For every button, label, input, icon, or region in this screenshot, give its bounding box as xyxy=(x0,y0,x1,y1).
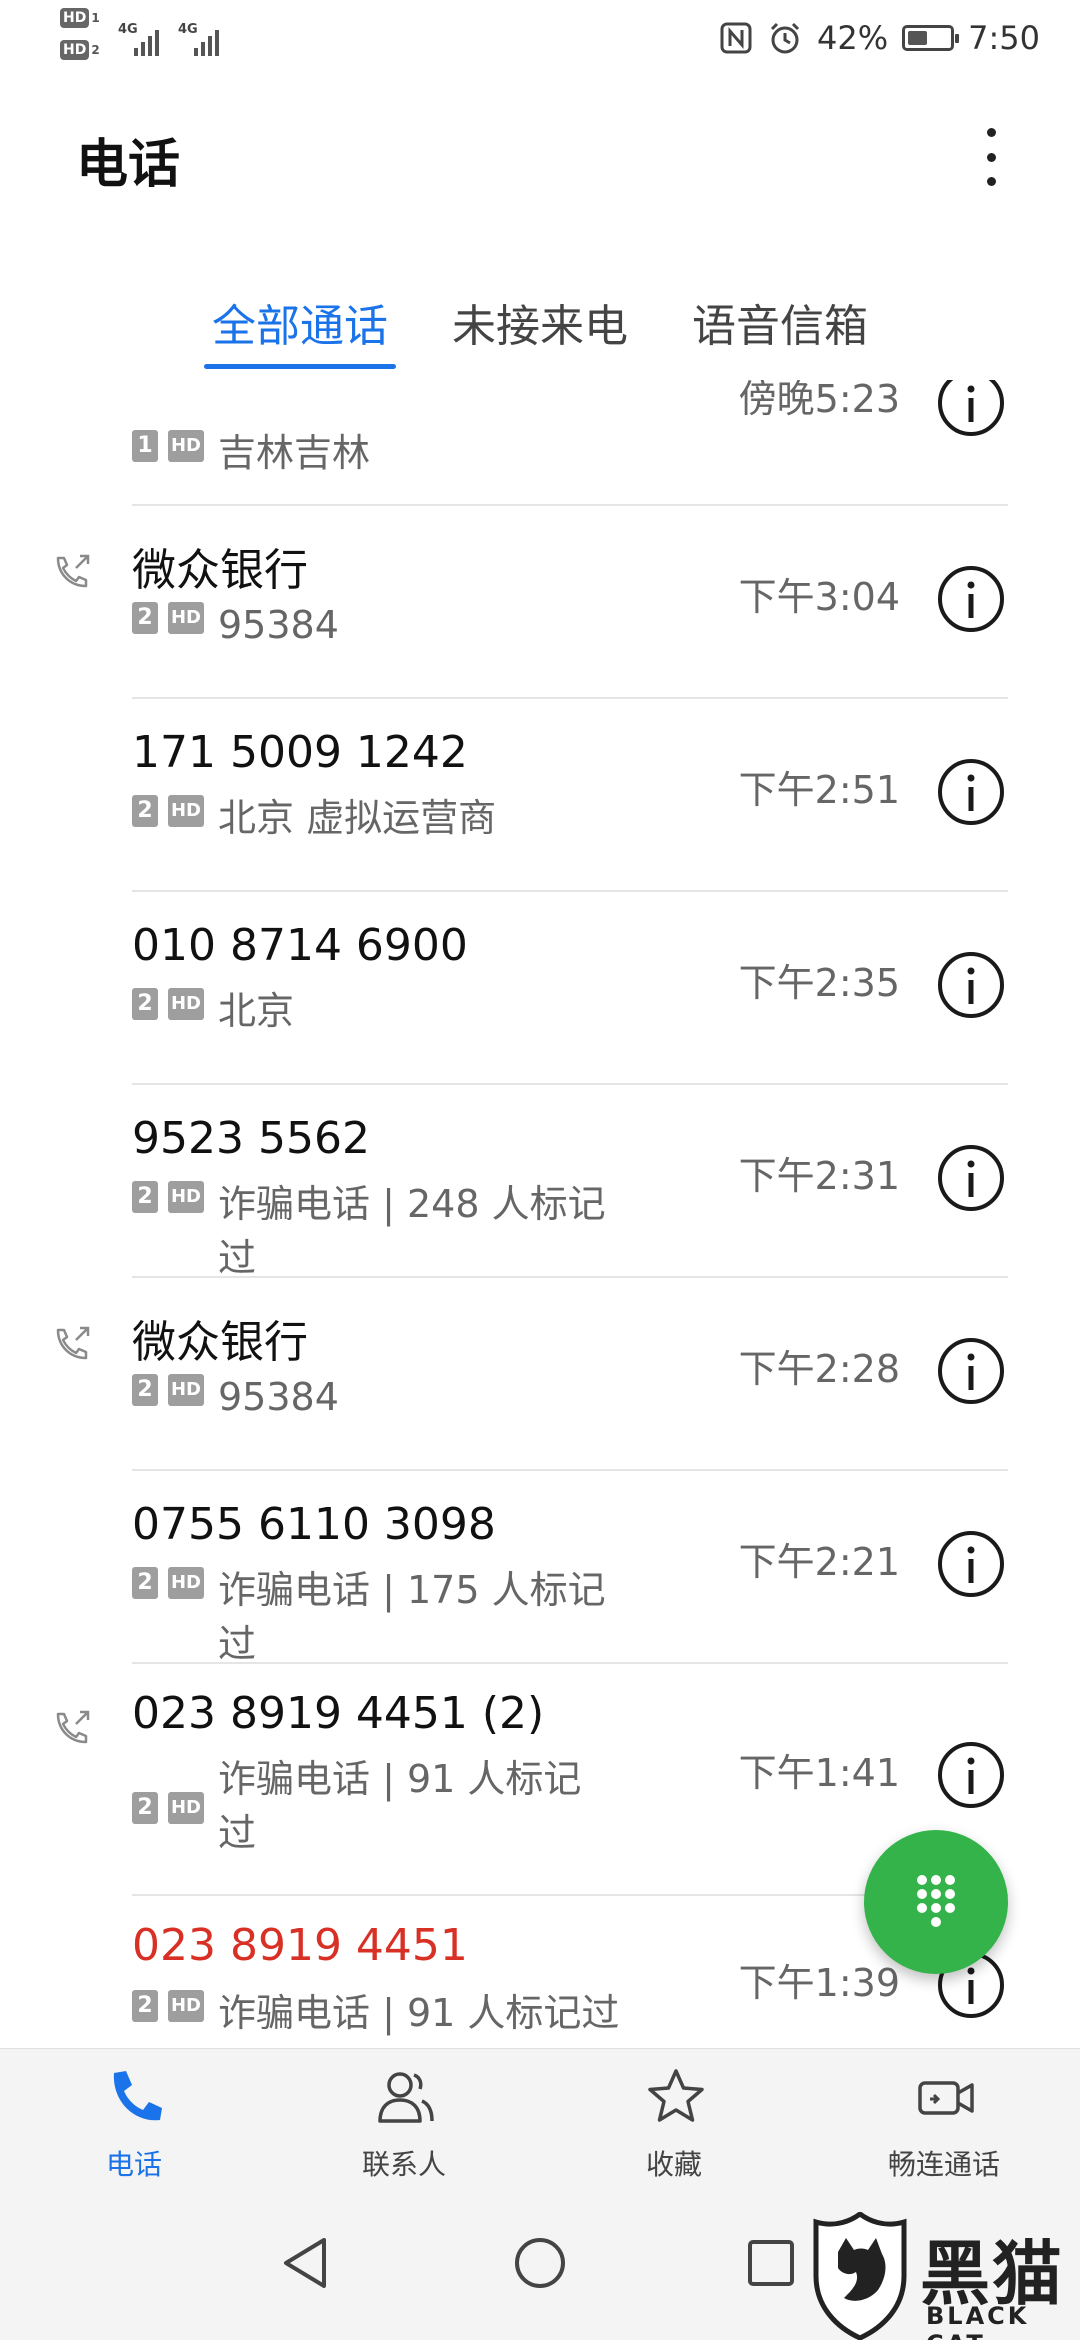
page-title: 电话 xyxy=(76,135,181,195)
star-icon xyxy=(648,2069,704,2122)
call-subtitle: 2 HD 95384 xyxy=(132,598,692,652)
call-row[interactable]: 010 8714 6900 2 HD 北京 下午2:35 xyxy=(0,892,1080,1085)
back-icon[interactable] xyxy=(272,2228,342,2298)
hd-sim2-badge: HD 2 xyxy=(60,40,110,66)
caller-name: 023 8919 4451 xyxy=(132,1920,468,1971)
call-row[interactable]: 微众银行 2 HD 95384 下午2:28 xyxy=(0,1278,1080,1471)
hd-badge: HD xyxy=(168,602,204,634)
tab-missed-calls[interactable]: 未接来电 xyxy=(442,290,638,380)
video-call-icon xyxy=(918,2081,974,2115)
phone-icon xyxy=(113,2071,162,2121)
info-icon[interactable] xyxy=(936,564,1006,634)
caller-name: 微众银行 xyxy=(132,1317,308,1368)
nav-meetime[interactable]: 畅连通话 xyxy=(834,2049,1054,2189)
battery-icon xyxy=(902,25,960,51)
more-options-icon[interactable] xyxy=(966,122,1016,192)
call-time: 下午3:04 xyxy=(738,575,900,619)
caller-name: 023 8919 4451 (2) xyxy=(132,1688,545,1739)
outgoing-call-icon xyxy=(56,1326,90,1360)
sim-badge: 2 xyxy=(132,988,158,1020)
call-row[interactable]: 1 HD 吉林吉林 傍晚5:23 xyxy=(0,380,1080,506)
outgoing-call-icon xyxy=(56,554,90,588)
call-subtitle: 2 HD 诈骗电话 | 175 人标记过 xyxy=(132,1563,692,1671)
info-icon[interactable] xyxy=(936,380,1006,438)
sim-badge: 2 xyxy=(132,1792,158,1824)
signal-sim1-icon: 4G xyxy=(118,22,178,62)
info-icon[interactable] xyxy=(936,1529,1006,1599)
signal-sim2-icon: 4G xyxy=(178,22,238,62)
hd-badge: HD xyxy=(168,1181,204,1213)
battery-percent: 42% xyxy=(817,19,889,57)
hd-sim1-badge: HD 1 xyxy=(60,8,110,34)
call-subtitle: 2 HD 诈骗电话 | 91 人标记过 xyxy=(132,1752,692,1860)
status-bar-right: 42% 7:50 xyxy=(719,18,1040,58)
info-icon[interactable] xyxy=(936,950,1006,1020)
contacts-icon xyxy=(378,2072,434,2123)
hd-badge: HD xyxy=(168,988,204,1020)
clock: 7:50 xyxy=(968,19,1040,57)
call-log-list[interactable]: 1 HD 吉林吉林 傍晚5:23 微众银行 2 HD 95384 下午3:04 … xyxy=(0,380,1080,2048)
outgoing-call-icon xyxy=(56,1710,90,1744)
hd-badge: HD xyxy=(168,1990,204,2022)
call-subtitle: 2 HD 北京 xyxy=(132,984,692,1038)
info-icon[interactable] xyxy=(936,1143,1006,1213)
caller-name: 9523 5562 xyxy=(132,1113,370,1164)
info-icon[interactable] xyxy=(936,1336,1006,1406)
hd-badge: HD xyxy=(168,1792,204,1824)
status-bar: HD 1 HD 2 4G 4G 42% 7:50 xyxy=(0,0,1080,80)
caller-name: 171 5009 1242 xyxy=(132,727,468,778)
sim-badge: 2 xyxy=(132,1181,158,1213)
sim-badge: 1 xyxy=(132,430,158,462)
recents-icon[interactable] xyxy=(736,2228,806,2298)
call-time: 下午2:28 xyxy=(738,1347,900,1391)
info-icon[interactable] xyxy=(936,757,1006,827)
hd-badge: HD xyxy=(168,1567,204,1599)
sim-badge: 2 xyxy=(132,602,158,634)
call-time: 下午2:51 xyxy=(738,768,900,812)
hd-badge: HD xyxy=(168,430,204,462)
hd-badge: HD xyxy=(168,1374,204,1406)
caller-name: 010 8714 6900 xyxy=(132,920,468,971)
call-time: 下午2:21 xyxy=(738,1540,900,1584)
call-subtitle: 2 HD 95384 xyxy=(132,1370,692,1424)
tab-voicemail[interactable]: 语音信箱 xyxy=(682,290,878,380)
call-subtitle: 2 HD 诈骗电话 | 91 人标记过 xyxy=(132,1986,692,2040)
call-time: 下午1:41 xyxy=(738,1751,900,1795)
call-row[interactable]: 0755 6110 3098 2 HD 诈骗电话 | 175 人标记过 下午2:… xyxy=(0,1471,1080,1666)
call-row[interactable]: 微众银行 2 HD 95384 下午3:04 xyxy=(0,506,1080,699)
call-subtitle: 2 HD 诈骗电话 | 248 人标记过 xyxy=(132,1177,692,1285)
call-row[interactable]: 171 5009 1242 2 HD 北京 虚拟运营商 下午2:51 xyxy=(0,699,1080,892)
nfc-icon xyxy=(720,22,752,54)
dialpad-icon xyxy=(917,1875,955,1927)
nav-contacts[interactable]: 联系人 xyxy=(294,2049,514,2189)
nav-favorites[interactable]: 收藏 xyxy=(564,2049,784,2189)
dialpad-button[interactable] xyxy=(864,1830,1008,1974)
tab-bar: 全部通话 未接来电 语音信箱 xyxy=(0,290,1080,380)
call-time: 下午2:31 xyxy=(738,1154,900,1198)
alarm-icon xyxy=(770,22,800,54)
black-cat-watermark: 黑猫 BLACK CAT xyxy=(808,2212,1078,2340)
call-subtitle: 1 HD 吉林吉林 xyxy=(132,426,692,480)
hd-badge: HD xyxy=(168,795,204,827)
sim-badge: 2 xyxy=(132,795,158,827)
tab-indicator xyxy=(204,364,396,369)
bottom-navigation: 电话 联系人 收藏 畅连通话 xyxy=(0,2048,1080,2188)
call-row[interactable]: 9523 5562 2 HD 诈骗电话 | 248 人标记过 下午2:31 xyxy=(0,1085,1080,1280)
caller-name: 0755 6110 3098 xyxy=(132,1499,496,1550)
call-subtitle: 2 HD 北京 虚拟运营商 xyxy=(132,791,692,845)
sim-badge: 2 xyxy=(132,1374,158,1406)
home-icon[interactable] xyxy=(505,2228,575,2298)
caller-name: 微众银行 xyxy=(132,545,308,596)
sim-badge: 2 xyxy=(132,1567,158,1599)
sim-badge: 2 xyxy=(132,1990,158,2022)
info-icon[interactable] xyxy=(936,1740,1006,1810)
call-time: 傍晚5:23 xyxy=(738,380,900,421)
call-time: 下午2:35 xyxy=(738,961,900,1005)
cat-shield-icon xyxy=(813,2212,907,2340)
nav-phone[interactable]: 电话 xyxy=(24,2049,244,2189)
